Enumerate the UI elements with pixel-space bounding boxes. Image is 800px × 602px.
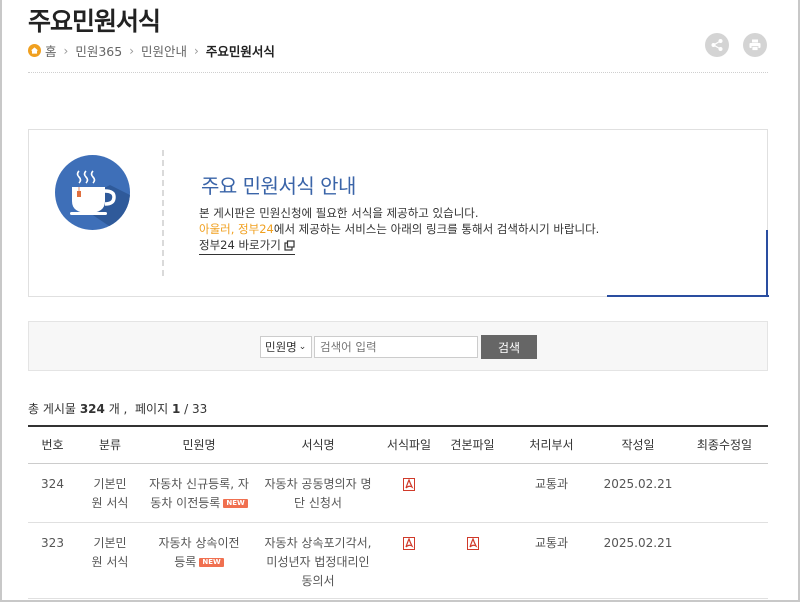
home-icon[interactable] xyxy=(28,44,41,57)
search-button[interactable]: 검색 xyxy=(481,335,537,359)
info-description: 아울러, 정부24에서 제공하는 서비스는 아래의 링크를 통해서 검색하시기 … xyxy=(199,221,599,237)
cell-created: 2025.02.21 xyxy=(595,522,681,599)
pdf-icon[interactable] xyxy=(403,536,415,550)
print-icon xyxy=(749,39,761,51)
column-header: 서식명 xyxy=(301,438,335,453)
info-description-rest: 에서 제공하는 서비스는 아래의 링크를 통해서 검색하시기 바랍니다. xyxy=(273,222,600,236)
share-button[interactable] xyxy=(705,33,729,57)
page-label: 페이지 xyxy=(135,402,169,416)
forms-table: 번호 분류 민원명 서식명 서식파일 견본파일 처리부서 작성일 최종수정일 3… xyxy=(28,425,768,599)
column-header: 민원명 xyxy=(182,438,216,453)
chevron-right-icon: › xyxy=(194,43,199,58)
info-accent-line xyxy=(607,295,769,297)
cell-category: 기본민원 서식 xyxy=(77,522,143,599)
table-row[interactable]: 324 기본민원 서식 자동차 신규등록, 자동차 이전등록 NEW 자동차 공동… xyxy=(28,463,768,523)
info-title: 주요 민원서식 안내 xyxy=(201,174,356,198)
column-header: 번호 xyxy=(41,438,64,453)
cell-created: 2025.02.21 xyxy=(595,463,681,523)
info-panel: 주요 민원서식 안내 본 게시판은 민원신청에 필요한 서식을 제공하고 있습니… xyxy=(28,129,769,297)
info-description: 본 게시판은 민원신청에 필요한 서식을 제공하고 있습니다. xyxy=(199,206,479,220)
table-row[interactable]: 323 기본민원 서식 자동차 상속이전등록 NEW 자동차 상속포기각서, 미성… xyxy=(28,522,768,599)
share-icon xyxy=(711,39,723,51)
print-button[interactable] xyxy=(743,33,767,57)
search-category-value: 민원명 xyxy=(265,340,297,354)
cell-modified xyxy=(681,463,768,523)
page-title: 주요민원서식 xyxy=(28,7,161,36)
column-header: 최종수정일 xyxy=(696,438,753,453)
breadcrumb: 홈 › 민원365 › 민원안내 › 주요민원서식 xyxy=(28,41,275,60)
cell-no: 323 xyxy=(28,522,77,599)
cell-name[interactable]: 자동차 신규등록, 자동차 이전등록 NEW xyxy=(143,463,255,523)
cell-sample-file xyxy=(437,522,508,599)
cell-name[interactable]: 자동차 상속이전등록 NEW xyxy=(143,522,255,599)
pdf-icon[interactable] xyxy=(466,536,479,550)
search-input[interactable] xyxy=(314,336,478,358)
post-count-label: 총 게시물 xyxy=(28,402,76,416)
breadcrumb-minwon-guide[interactable]: 민원안내 xyxy=(141,41,187,60)
cell-category-text: 기본민원 서식 xyxy=(91,476,129,510)
cell-modified xyxy=(681,522,768,599)
column-header: 견본파일 xyxy=(450,438,495,453)
new-badge: NEW xyxy=(223,498,248,508)
cell-form-file xyxy=(381,522,437,599)
page-current: 1 xyxy=(171,402,181,416)
cell-form[interactable]: 자동차 상속포기각서, 미성년자 법정대리인 동의서 xyxy=(255,522,381,599)
column-header: 처리부서 xyxy=(529,438,574,453)
column-header: 분류 xyxy=(98,438,122,453)
gov24-link[interactable]: 정부24 바로가기 xyxy=(199,237,295,255)
info-divider xyxy=(162,150,164,276)
header-divider xyxy=(28,72,768,73)
chevron-right-icon: › xyxy=(129,43,134,58)
page-total: / 33 xyxy=(184,402,208,416)
breadcrumb-minwon365[interactable]: 민원365 xyxy=(75,41,122,60)
external-link-icon xyxy=(284,239,295,251)
chevron-down-icon: ⌄ xyxy=(298,342,307,352)
coffee-cup-icon xyxy=(55,155,130,230)
search-category-select[interactable]: 민원명 ⌄ xyxy=(260,336,312,358)
cell-dept: 교통과 xyxy=(508,522,595,599)
info-accent-line xyxy=(766,230,768,297)
chevron-right-icon: › xyxy=(63,43,69,58)
cell-category-text: 기본민원 서식 xyxy=(91,535,129,569)
cell-category: 기본민원 서식 xyxy=(77,463,143,523)
cell-sample-file xyxy=(437,463,508,523)
gov24-link-label: 정부24 바로가기 xyxy=(199,238,281,252)
cell-form-file xyxy=(381,463,437,523)
info-highlight: 아울러, 정부24 xyxy=(199,222,274,236)
post-count: 총 게시물 324 개 , 페이지 1 / 33 xyxy=(28,400,207,417)
breadcrumb-current: 주요민원서식 xyxy=(205,44,275,59)
cell-form[interactable]: 자동차 공동명의자 명단 신청서 xyxy=(255,463,381,523)
cell-no: 324 xyxy=(28,463,77,523)
cell-form-text[interactable]: 자동차 공동명의자 명단 신청서 xyxy=(261,475,375,513)
post-count-total: 324 xyxy=(79,402,105,416)
column-header: 서식파일 xyxy=(386,438,432,453)
post-count-unit: 개 , xyxy=(108,402,128,416)
cell-dept: 교통과 xyxy=(508,463,595,523)
pdf-icon[interactable] xyxy=(403,477,415,491)
breadcrumb-home[interactable]: 홈 xyxy=(45,41,57,60)
column-header: 작성일 xyxy=(621,438,655,453)
search-bar: 민원명 ⌄ 검색 xyxy=(28,321,768,371)
cell-form-text[interactable]: 자동차 상속포기각서, 미성년자 법정대리인 동의서 xyxy=(261,534,375,591)
new-badge: NEW xyxy=(199,557,224,567)
table-header-row: 번호 분류 민원명 서식명 서식파일 견본파일 처리부서 작성일 최종수정일 xyxy=(28,426,768,463)
